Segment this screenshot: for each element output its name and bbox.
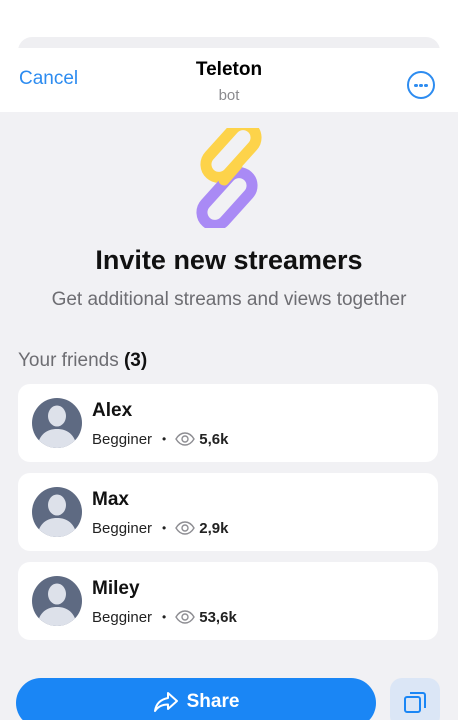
friend-card[interactable]: Miley Begginer • 53,6k <box>18 562 438 640</box>
user-placeholder-icon <box>37 405 77 448</box>
friend-views: 5,6k <box>199 430 229 448</box>
friend-card[interactable]: Alex Begginer • 5,6k <box>18 384 438 462</box>
avatar <box>32 576 82 626</box>
hero-subtitle: Get additional streams and views togethe… <box>51 289 407 310</box>
friend-level: Begginer <box>92 608 153 626</box>
user-placeholder-icon <box>37 494 77 537</box>
friend-level: Begginer <box>92 430 153 448</box>
copy-link-button[interactable] <box>390 678 440 720</box>
meta-separator: • <box>162 432 167 446</box>
link-chain-icon <box>196 128 262 228</box>
friend-meta: Begginer • 53,6k <box>92 607 237 627</box>
friend-views: 53,6k <box>199 608 237 626</box>
friends-heading-label: Your friends <box>18 350 119 371</box>
meta-separator: • <box>162 610 167 624</box>
eye-icon <box>175 610 196 624</box>
friend-name: Miley <box>92 578 140 599</box>
share-arrow-icon <box>153 692 178 712</box>
meta-separator: • <box>162 521 167 535</box>
avatar <box>32 398 82 448</box>
friends-count: (3) <box>123 350 148 371</box>
copy-icon <box>404 692 426 713</box>
hero-title: Invite new streamers <box>95 245 363 275</box>
avatar <box>32 487 82 537</box>
share-label: Share <box>186 691 240 712</box>
friend-views: 2,9k <box>199 519 229 537</box>
friend-card[interactable]: Max Begginer • 2,9k <box>18 473 438 551</box>
eye-icon <box>175 521 196 535</box>
share-button[interactable]: Share <box>16 678 376 720</box>
more-options-icon[interactable] <box>407 71 435 99</box>
header-title: Teleton <box>195 59 263 80</box>
user-placeholder-icon <box>37 583 77 626</box>
friend-meta: Begginer • 5,6k <box>92 429 228 449</box>
header-subtitle: bot <box>218 87 240 104</box>
friend-name: Max <box>92 489 129 510</box>
friends-heading: Your friends (3) <box>18 350 147 372</box>
friend-meta: Begginer • 2,9k <box>92 518 228 538</box>
eye-icon <box>175 432 196 446</box>
friend-name: Alex <box>92 400 133 421</box>
friend-level: Begginer <box>92 519 153 537</box>
header: Cancel Teleton bot <box>0 48 458 112</box>
